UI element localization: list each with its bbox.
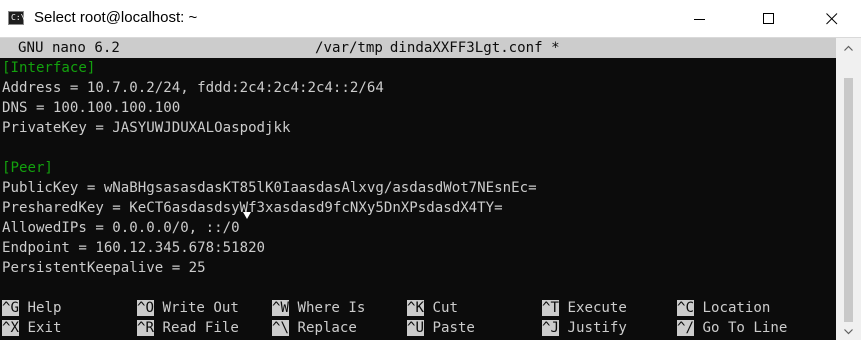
window-title: Select root@localhost: ~ [34, 9, 198, 26]
maximize-button[interactable] [746, 0, 792, 37]
shortcut-paste[interactable]: ^U Paste [407, 318, 475, 338]
shortcut-key: ^C [677, 300, 694, 316]
shortcut-exit[interactable]: ^X Exit [2, 318, 61, 338]
shortcut-key: ^K [407, 300, 424, 316]
shortcut-key: ^T [542, 300, 559, 316]
config-section-interface[interactable]: [Interface] [2, 58, 95, 78]
shortcut-label: Execute [567, 300, 627, 316]
shortcut-label: Replace [297, 320, 357, 336]
shortcut-label: Where Is [297, 300, 366, 316]
shortcut-key: ^/ [677, 320, 694, 336]
shortcut-key: ^G [2, 300, 19, 316]
shortcut-justify[interactable]: ^J Justify [542, 318, 627, 338]
file-path-name: dindaXXFF3Lgt.conf [389, 40, 543, 56]
shortcut-label: Write Out [162, 300, 239, 316]
config-line-presharedkey[interactable]: PresharedKey = KeCT6asdasdsyWf3xasdasd9f… [2, 198, 503, 218]
shortcut-key: ^J [542, 320, 559, 336]
scroll-up-button[interactable] [836, 40, 861, 56]
scroll-down-button[interactable] [836, 324, 861, 340]
file-path: /var/tmp dindaXXFF3Lgt.conf * [315, 38, 560, 58]
chevron-down-icon [844, 329, 853, 335]
shortcut-label: Exit [27, 320, 62, 336]
shortcut-replace[interactable]: ^\ Replace [272, 318, 357, 338]
modified-indicator: * [551, 40, 560, 56]
scroll-thumb[interactable] [844, 78, 853, 322]
mouse-cursor-icon [243, 212, 251, 219]
config-section-peer[interactable]: [Peer] [2, 158, 53, 178]
config-line-dns[interactable]: DNS = 100.100.100.100 [2, 98, 180, 118]
shortcut-location[interactable]: ^C Location [677, 298, 770, 318]
shortcut-label: Justify [567, 320, 627, 336]
shortcut-write-out[interactable]: ^O Write Out [137, 298, 239, 318]
chevron-up-icon [844, 45, 853, 51]
shortcut-key: ^R [137, 320, 154, 336]
shortcut-label: Location [702, 300, 771, 316]
maximize-icon [763, 13, 774, 24]
close-button[interactable] [809, 0, 855, 37]
console-icon[interactable]: C:\ [8, 11, 26, 25]
shortcut-go-to-line[interactable]: ^/ Go To Line [677, 318, 787, 338]
shortcut-key: ^X [2, 320, 19, 336]
shortcut-key: ^O [137, 300, 154, 316]
shortcut-label: Go To Line [702, 320, 788, 336]
shortcut-label: Help [27, 300, 62, 316]
vertical-scrollbar[interactable] [836, 38, 861, 340]
config-line-allowedips[interactable]: AllowedIPs = 0.0.0.0/0, ::/0 [2, 218, 240, 238]
minimize-button[interactable] [677, 0, 723, 37]
window-title-bar[interactable]: C:\ Select root@localhost: ~ [0, 0, 861, 38]
shortcut-key: ^U [407, 320, 424, 336]
shortcut-read-file[interactable]: ^R Read File [137, 318, 239, 338]
console-icon-glyph: C:\ [11, 13, 26, 22]
nano-header-bar: GNU nano 6.2 /var/tmp dindaXXFF3Lgt.conf … [0, 38, 836, 58]
shortcut-where-is[interactable]: ^W Where Is [272, 298, 365, 318]
nano-version: GNU nano 6.2 [18, 40, 120, 56]
shortcut-help[interactable]: ^G Help [2, 298, 61, 318]
shortcut-label: Read File [162, 320, 239, 336]
shortcut-label: Cut [432, 300, 458, 316]
shortcut-label: Paste [432, 320, 475, 336]
config-line-endpoint[interactable]: Endpoint = 160.12.345.678:51820 [2, 238, 265, 258]
shortcut-key: ^\ [272, 320, 289, 336]
minimize-icon [694, 19, 705, 20]
config-line-address[interactable]: Address = 10.7.0.2/24, fddd:2c4:2c4:2c4:… [2, 78, 384, 98]
terminal-area[interactable]: GNU nano 6.2 /var/tmp dindaXXFF3Lgt.conf … [0, 38, 836, 340]
shortcut-key: ^W [272, 300, 289, 316]
shortcut-cut[interactable]: ^K Cut [407, 298, 458, 318]
text-cursor [382, 39, 390, 55]
config-line-keepalive[interactable]: PersistentKeepalive = 25 [2, 258, 206, 278]
close-icon [826, 13, 838, 25]
file-path-dir: /var/tmp [315, 40, 383, 56]
config-line-publickey[interactable]: PublicKey = wNaBHgsasasdasKT85lK0Iaasdas… [2, 178, 537, 198]
config-line-privatekey[interactable]: PrivateKey = JASYUWJDUXALOaspodjkk [2, 118, 291, 138]
shortcut-execute[interactable]: ^T Execute [542, 298, 627, 318]
